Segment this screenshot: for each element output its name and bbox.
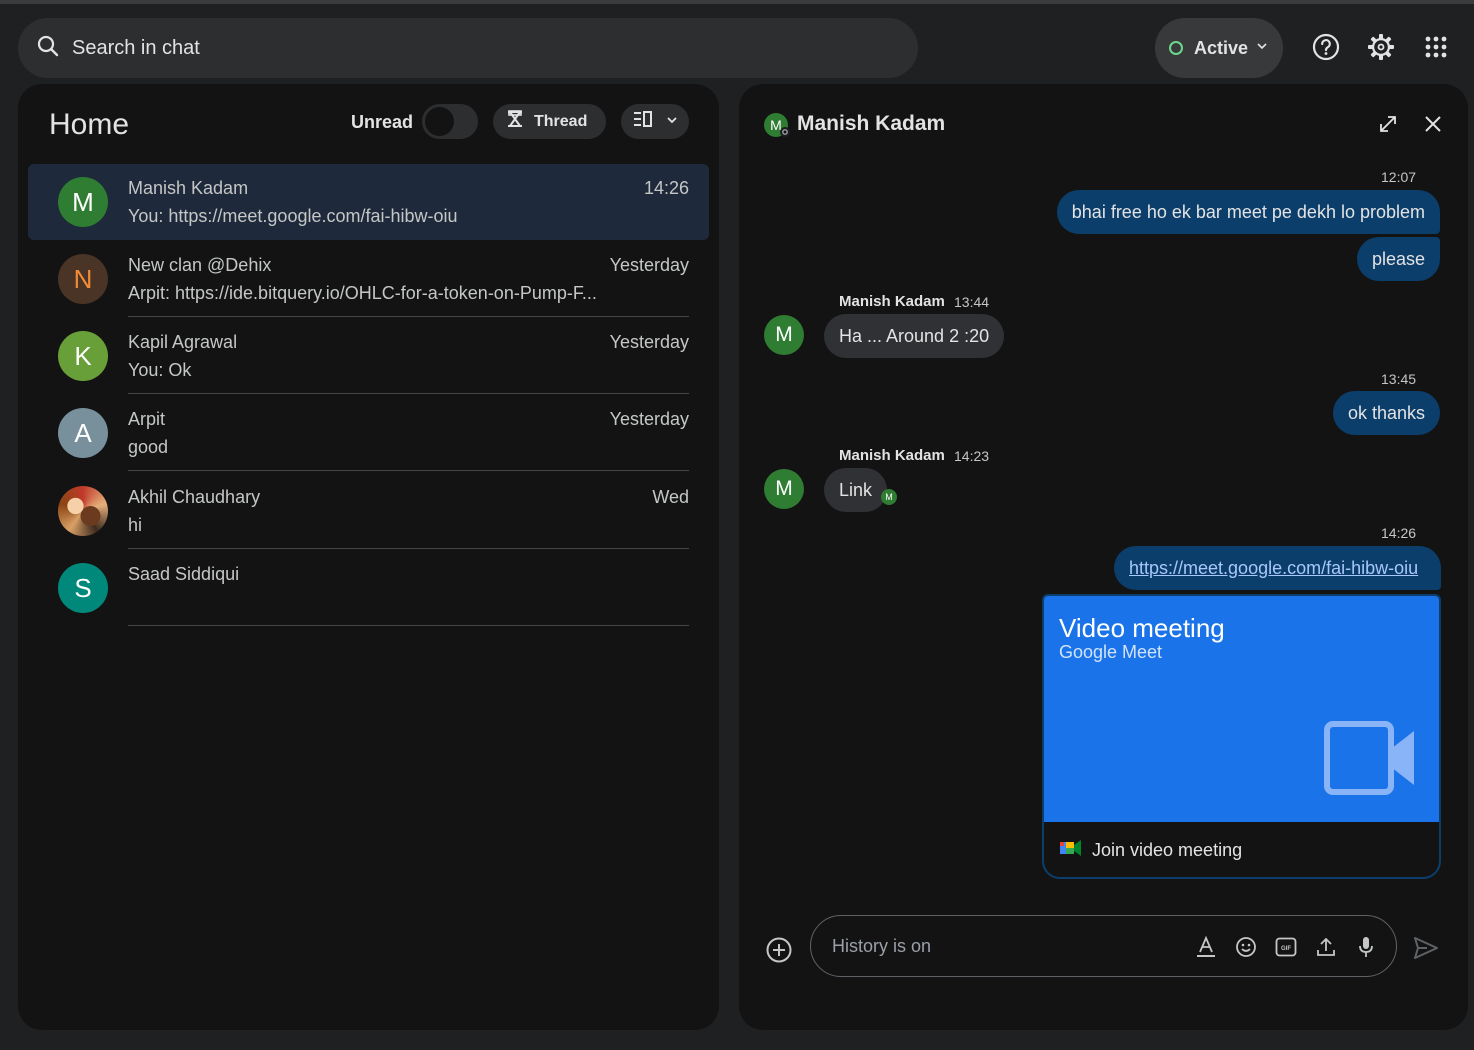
- conversation-item[interactable]: N New clan @Dehix Arpit: https://ide.bitqu…: [28, 241, 709, 317]
- conversation-name: Kapil Agrawal: [128, 332, 238, 352]
- help-icon[interactable]: [1311, 32, 1341, 62]
- outgoing-message[interactable]: please: [1356, 237, 1440, 281]
- unread-toggle[interactable]: [422, 104, 478, 139]
- sender-name: Manish Kadam: [839, 447, 945, 464]
- home-panel: Home Unread Thread M Manish Kadam You: htt…: [18, 84, 719, 1030]
- avatar: S: [58, 563, 108, 613]
- sender-avatar: M: [764, 315, 804, 355]
- emoji-icon[interactable]: [1234, 935, 1258, 959]
- status-selector[interactable]: Active: [1155, 18, 1283, 78]
- home-title: Home: [49, 108, 130, 141]
- incoming-message[interactable]: Ha ... Around 2 :20: [824, 314, 1005, 358]
- conversation-name: Manish Kadam: [128, 178, 249, 198]
- add-icon[interactable]: [765, 936, 793, 969]
- avatar-photo: [58, 486, 108, 536]
- status-label: Active: [1194, 37, 1249, 58]
- conversation-preview: good: [128, 437, 169, 457]
- gif-icon[interactable]: GIF: [1274, 935, 1298, 959]
- view-options-button[interactable]: [621, 104, 689, 139]
- conversation-preview: You: https://meet.google.com/fai-hibw-oi…: [128, 206, 458, 226]
- outgoing-link-message: https://meet.google.com/fai-hibw-oiu: [1114, 546, 1441, 590]
- outgoing-message[interactable]: ok thanks: [1332, 391, 1440, 435]
- thread-button[interactable]: Thread: [493, 104, 606, 139]
- meet-link[interactable]: https://meet.google.com/fai-hibw-oiu: [1129, 558, 1418, 579]
- divider: [128, 316, 689, 317]
- conversation-preview: hi: [128, 515, 143, 535]
- divider: [128, 548, 689, 549]
- divider: [128, 393, 689, 394]
- search-icon: [36, 34, 60, 63]
- google-meet-icon: [1060, 839, 1082, 862]
- search-placeholder: Search in chat: [72, 36, 200, 59]
- list-view-icon: [633, 111, 653, 132]
- conversation-name: Arpit: [128, 409, 166, 429]
- avatar: M: [58, 177, 108, 227]
- thread-icon: [506, 110, 524, 133]
- video-camera-icon: [1324, 721, 1416, 800]
- chevron-down-icon: [1256, 39, 1268, 57]
- unread-label: Unread: [351, 112, 414, 132]
- meet-card-title: Video meeting: [1059, 613, 1225, 643]
- apps-grid-icon[interactable]: [1421, 32, 1451, 62]
- compose-placeholder: History is on: [832, 936, 932, 956]
- sender-timestamp: 14:23: [954, 448, 990, 464]
- read-receipt-avatar: M: [881, 489, 897, 505]
- meet-card-banner: Video meeting Google Meet: [1044, 596, 1439, 822]
- text-format-icon[interactable]: [1194, 935, 1218, 959]
- presence-dot: [780, 127, 790, 137]
- search-bar[interactable]: Search in chat: [18, 18, 918, 78]
- thread-label: Thread: [534, 112, 588, 130]
- microphone-icon[interactable]: [1354, 935, 1378, 959]
- conversation-time: Wed: [652, 487, 689, 507]
- message-compose-field[interactable]: History is on GIF: [810, 915, 1397, 977]
- svg-text:GIF: GIF: [1281, 946, 1291, 952]
- divider: [128, 625, 689, 626]
- join-meeting-label: Join video meeting: [1092, 840, 1243, 860]
- video-meeting-card[interactable]: Video meeting Google Meet Join video mee…: [1042, 594, 1441, 879]
- conversation-preview: Arpit: https://ide.bitquery.io/OHLC-for-…: [128, 283, 597, 303]
- avatar: N: [58, 254, 108, 304]
- chat-title[interactable]: Manish Kadam: [797, 112, 945, 136]
- avatar: K: [58, 331, 108, 381]
- message-timestamp: 13:45: [1381, 371, 1417, 387]
- conversation-preview: You: Ok: [128, 360, 192, 380]
- message-timestamp: 12:07: [1381, 169, 1417, 185]
- top-bar: Search in chat Active: [0, 0, 1474, 84]
- close-icon[interactable]: [1421, 112, 1445, 136]
- conversation-time: Yesterday: [609, 409, 689, 429]
- active-status-dot: [1169, 41, 1183, 55]
- chat-panel: M Manish Kadam 12:07 bhai free ho ek bar…: [739, 84, 1468, 1030]
- conversation-item[interactable]: K Kapil Agrawal You: Ok Yesterday: [28, 318, 709, 394]
- conversation-name: Akhil Chaudhary: [128, 487, 261, 507]
- conversation-item[interactable]: Akhil Chaudhary hi Wed: [28, 473, 709, 549]
- divider: [128, 470, 689, 471]
- chevron-down-icon: [666, 113, 678, 131]
- conversation-time: Yesterday: [609, 332, 689, 352]
- sender-name: Manish Kadam: [839, 293, 945, 310]
- avatar: A: [58, 408, 108, 458]
- sender-timestamp: 13:44: [954, 294, 990, 310]
- join-meeting-row[interactable]: Join video meeting: [1044, 822, 1439, 877]
- conversation-item[interactable]: M Manish Kadam You: https://meet.google.co…: [28, 164, 709, 240]
- outgoing-message[interactable]: bhai free ho ek bar meet pe dekh lo prob…: [1056, 190, 1440, 234]
- settings-icon[interactable]: [1366, 32, 1396, 62]
- sender-avatar: M: [764, 469, 804, 509]
- upload-icon[interactable]: [1314, 935, 1338, 959]
- incoming-message[interactable]: Link: [824, 468, 888, 512]
- send-icon[interactable]: [1413, 936, 1439, 965]
- expand-icon[interactable]: [1376, 112, 1400, 136]
- conversation-item[interactable]: A Arpit good Yesterday: [28, 395, 709, 471]
- conversation-name: New clan @Dehix: [128, 255, 272, 275]
- conversation-item[interactable]: S Saad Siddiqui: [28, 550, 709, 626]
- conversation-name: Saad Siddiqui: [128, 564, 240, 584]
- conversation-time: Yesterday: [609, 255, 689, 275]
- message-timestamp: 14:26: [1381, 525, 1417, 541]
- conversation-time: 14:26: [643, 178, 689, 198]
- meet-card-subtitle: Google Meet: [1059, 642, 1163, 662]
- toggle-knob: [425, 107, 454, 136]
